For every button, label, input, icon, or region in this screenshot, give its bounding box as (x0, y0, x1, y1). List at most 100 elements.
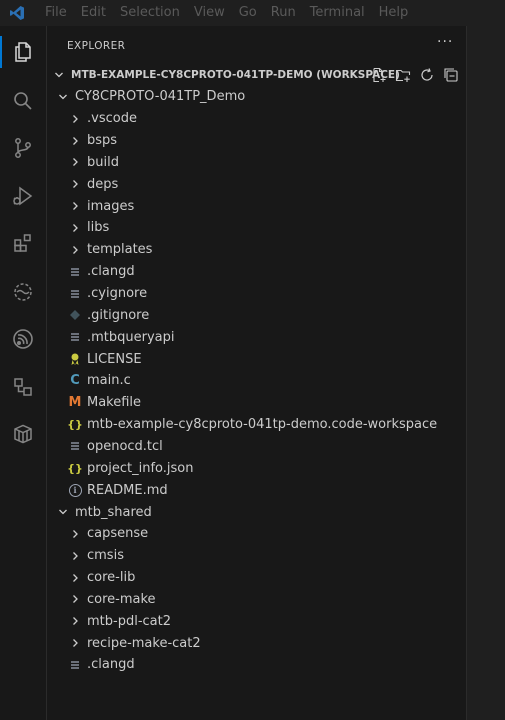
tree-item[interactable]: libs (47, 217, 466, 239)
tree-item[interactable]: cmsis (47, 545, 466, 567)
tree-item[interactable]: CY8CPROTO-041TP_Demo (47, 86, 466, 108)
tree-item-label: deps (87, 176, 119, 192)
tree-item[interactable]: .vscode (47, 108, 466, 130)
tree-item-label: openocd.tcl (87, 438, 163, 454)
makefile-icon: M (68, 395, 82, 411)
modustoolbox-icon[interactable] (0, 272, 46, 312)
json-file-icon: {} (67, 418, 83, 432)
explorer-icon[interactable] (0, 32, 46, 72)
chevron-right-icon (67, 570, 83, 586)
tree-item-label: LICENSE (87, 351, 142, 367)
tree-item-label: .mtbqueryapi (87, 329, 175, 345)
search-icon[interactable] (0, 81, 46, 121)
explorer-title: EXPLORER (67, 40, 126, 52)
remote-explorer-icon[interactable] (0, 367, 46, 407)
json-file-icon: {} (67, 461, 83, 475)
espressif-icon[interactable] (0, 319, 46, 359)
chevron-right-icon (67, 220, 83, 236)
tree-item[interactable]: .clangd (47, 261, 466, 283)
chevron-right-icon (67, 111, 83, 127)
tree-item[interactable]: build (47, 152, 466, 174)
tree-item[interactable]: .clangd (47, 654, 466, 676)
chevron-down-icon (55, 504, 71, 520)
tree-item-label: mtb-pdl-cat2 (87, 613, 171, 629)
tree-item[interactable]: i README.md (47, 479, 466, 501)
tree-item-label: build (87, 154, 119, 170)
tree-item[interactable]: Cmain.c (47, 370, 466, 392)
tree-item-label: core-lib (87, 570, 136, 586)
more-actions-icon[interactable]: ··· (437, 34, 453, 50)
tree-item-label: mtb_shared (75, 504, 152, 520)
c-file-icon: C (70, 373, 80, 389)
tree-item[interactable]: mtb_shared (47, 501, 466, 523)
activity-bar (0, 26, 47, 720)
menu-help[interactable]: Help (372, 0, 416, 26)
chevron-right-icon (67, 613, 83, 629)
tree-item[interactable]: .mtbqueryapi (47, 326, 466, 348)
editor-area (467, 26, 505, 720)
menu-selection[interactable]: Selection (113, 0, 187, 26)
source-control-icon[interactable] (0, 128, 46, 168)
refresh-icon[interactable] (415, 67, 439, 83)
chevron-right-icon (67, 242, 83, 258)
chevron-right-icon (67, 198, 83, 214)
text-file-icon (67, 657, 83, 673)
tree-item[interactable]: {} project_info.json (47, 457, 466, 479)
tree-item[interactable]: mtb-pdl-cat2 (47, 610, 466, 632)
tree-item[interactable]: images (47, 195, 466, 217)
text-file-icon (67, 329, 83, 345)
menu-go[interactable]: Go (232, 0, 264, 26)
extensions-icon[interactable] (0, 223, 46, 263)
new-folder-icon[interactable] (391, 67, 415, 83)
chevron-down-icon (55, 89, 71, 105)
menu-file[interactable]: File (38, 0, 74, 26)
title-bar: File Edit Selection View Go Run Terminal… (0, 0, 505, 26)
tree-item-label: templates (87, 242, 153, 258)
tree-item-label: .gitignore (87, 307, 150, 323)
chevron-right-icon (67, 176, 83, 192)
tree-item-label: project_info.json (87, 460, 194, 476)
tree-item[interactable]: recipe-make-cat2 (47, 632, 466, 654)
run-debug-icon[interactable] (0, 176, 46, 216)
collapse-all-icon[interactable] (439, 67, 463, 83)
tree-item[interactable]: core-make (47, 589, 466, 611)
tree-item[interactable]: templates (47, 239, 466, 261)
git-file-icon (67, 307, 83, 323)
license-icon (67, 351, 83, 367)
tree-item-label: cmsis (87, 548, 124, 564)
tree-item[interactable]: .cyignore (47, 283, 466, 305)
info-file-icon: i (67, 482, 83, 498)
tree-item-label: CY8CPROTO-041TP_Demo (75, 89, 246, 105)
tree-item[interactable]: M Makefile (47, 392, 466, 414)
tree-item-label: .cyignore (87, 286, 148, 302)
tree-item-label: bsps (87, 133, 118, 149)
menu-view[interactable]: View (187, 0, 232, 26)
vscode-logo-icon (2, 0, 32, 26)
workspace-title: MTB-EXAMPLE-CY8CPROTO-041TP-DEMO (WORKSP… (71, 69, 400, 81)
tree-item[interactable]: {} mtb-example-cy8cproto-041tp-demo.code-… (47, 414, 466, 436)
workspace-header[interactable]: MTB-EXAMPLE-CY8CPROTO-041TP-DEMO (WORKSP… (47, 64, 466, 86)
text-file-icon (67, 286, 83, 302)
workspace-actions (367, 67, 463, 83)
tree-item[interactable]: core-lib (47, 567, 466, 589)
explorer-sidebar: EXPLORER ··· MTB-EXAMPLE-CY8CPROTO-041TP… (47, 26, 466, 720)
tree-item-label: libs (87, 220, 110, 236)
menu-run[interactable]: Run (264, 0, 303, 26)
tree-item[interactable]: capsense (47, 523, 466, 545)
menu-terminal[interactable]: Terminal (303, 0, 372, 26)
tree-item-label: .clangd (87, 264, 135, 280)
text-file-icon (67, 264, 83, 280)
chevron-right-icon (67, 154, 83, 170)
tree-item[interactable]: .gitignore (47, 305, 466, 327)
tree-item[interactable]: bsps (47, 130, 466, 152)
new-file-icon[interactable] (367, 67, 391, 83)
menu-edit[interactable]: Edit (74, 0, 113, 26)
tree-item-label: core-make (87, 591, 156, 607)
tree-item-label: .vscode (87, 111, 137, 127)
tree-item[interactable]: LICENSE (47, 348, 466, 370)
tree-item[interactable]: openocd.tcl (47, 436, 466, 458)
package-icon[interactable] (0, 414, 46, 454)
tree-item-label: images (87, 198, 135, 214)
tree-item[interactable]: deps (47, 173, 466, 195)
tree-item-label: .clangd (87, 657, 135, 673)
